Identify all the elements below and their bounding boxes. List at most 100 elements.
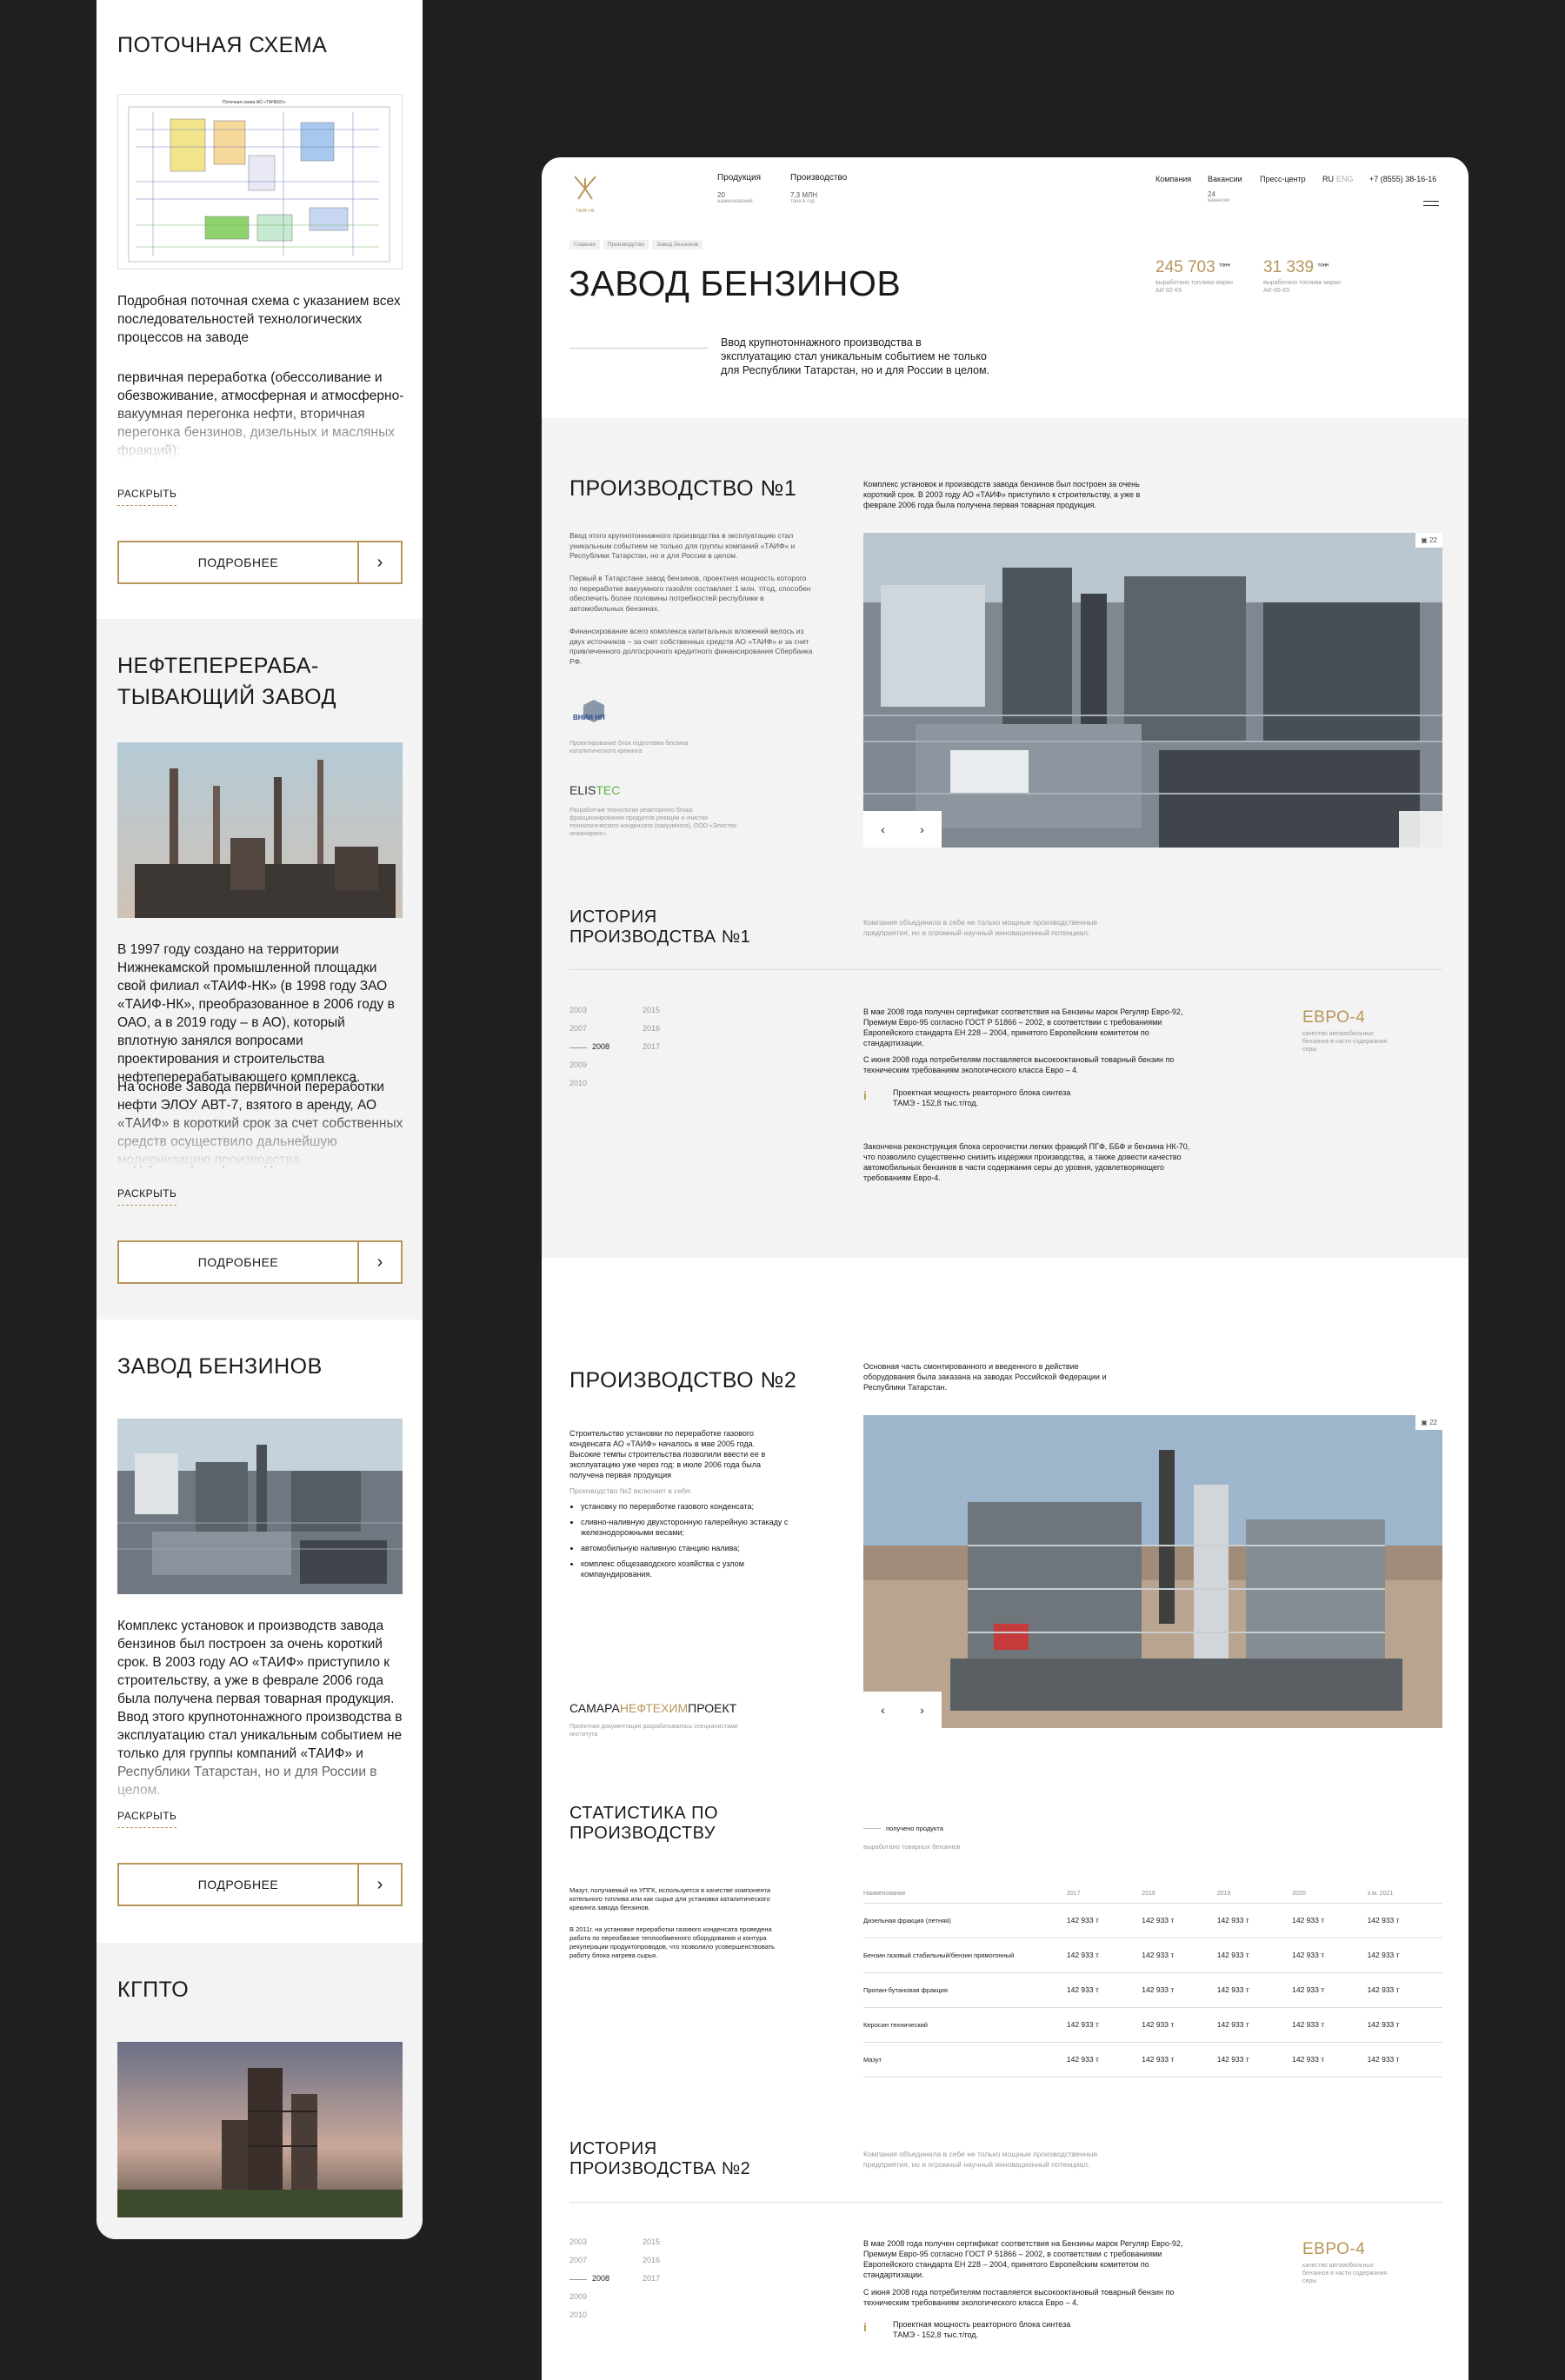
year-item[interactable]: 2010 [569,1079,587,1087]
photo-corner [1399,811,1442,848]
mobile-preview-panel: ПОТОЧНАЯ СХЕМА Поточная схема АО «ТАНЕКО… [97,0,423,2239]
more-button[interactable]: ПОДРОБНЕЕ › [117,1240,403,1284]
expand-link[interactable]: РАСКРЫТЬ [117,1810,176,1828]
logo-icon [574,176,596,200]
year-item[interactable]: 2007 [569,2256,587,2264]
legend-line [863,1828,881,1829]
more-button-label: ПОДРОБНЕЕ [197,1255,279,1269]
logo-caption: ТАИФ-НК [576,209,595,214]
list-title: Производство №2 включает в себя: [569,1486,692,1495]
nav-company[interactable]: Компания [1155,175,1191,183]
company-logo[interactable]: ТАИФ-НК [568,173,603,214]
nav-sub: наименований [717,199,753,204]
year-item[interactable]: 2017 [643,1042,660,1051]
divider [569,348,709,349]
elistec-logo-part: ELIS [569,783,596,797]
partner-logo-elistec: ELISTEC [569,783,620,797]
breadcrumb-item[interactable]: Производство [603,240,649,249]
section-intro: Комплекс установок и производств завода … [863,480,1141,509]
text-fade [97,1106,423,1167]
samara-logo-part: ПРОЕКТ [688,1701,737,1715]
section-title: НЕФТЕПЕРЕРАБА-ТЫВАЮЩИЙ ЗАВОД [117,654,336,709]
scheme-drawing [128,106,390,263]
legend-item[interactable]: выработано товарных бензинов [863,1842,961,1852]
paragraph: Мазут, получаемый на УПГК, используется … [569,1886,771,1911]
year-item[interactable]: 2003 [569,2237,587,2246]
more-button[interactable]: ПОДРОБНЕЕ › [117,541,403,584]
gallery-icon: ▣ [1421,1419,1428,1426]
prev-arrow-icon[interactable]: ‹ [881,822,885,836]
list-item: установку по переработке газового конден… [581,1501,789,1512]
expand-link[interactable]: РАСКРЫТЬ [117,1187,176,1206]
year-item[interactable]: 2003 [569,1006,587,1014]
row-name: Керосин технический [863,2007,1067,2043]
next-arrow-icon[interactable]: › [920,822,924,836]
column-header: Наименование [863,1885,1067,1904]
section-title: ИСТОРИЯ ПРОИЗВОДСТВА №2 [569,2139,751,2178]
samara-logo-part: САМАРА [569,1701,620,1715]
production-1-photo[interactable]: ▣ 22 ‹ › [863,533,1442,848]
section-title: ЗАВОД БЕНЗИНОВ [117,1354,323,1379]
year-item[interactable]: 2016 [643,1024,660,1033]
breadcrumb-item[interactable]: Главная [569,240,600,249]
table-cell: 142 933 т [1066,1903,1142,1938]
mobile-section-kgpto: КГПТО [97,1943,423,2239]
nav-count: 24 [1208,190,1215,198]
table-cell: 142 933 т [1292,1938,1368,1973]
more-button[interactable]: ПОДРОБНЕЕ › [117,1863,403,1906]
nav-press[interactable]: Пресс-центр [1260,175,1306,183]
year-item[interactable]: 2015 [643,1006,660,1014]
text-fade [97,1752,423,1813]
flow-scheme-image[interactable]: Поточная схема АО «ТАНЕКО» [117,94,403,269]
menu-icon[interactable] [1423,201,1439,206]
lang-en[interactable]: ENG [1336,175,1354,183]
table-cell: 142 933 т [1292,1972,1368,2008]
year-item[interactable]: 2008 [592,2274,609,2283]
partner-desc: Проектная документация разрабатывалась с… [569,1724,738,1738]
nav-vacancies[interactable]: Вакансии 24 вакансии [1208,175,1242,203]
prev-arrow-icon[interactable]: ‹ [881,1703,885,1717]
row-name: Дизельная фракция (летняя) [863,1903,1067,1938]
year-item[interactable]: 2017 [643,2274,660,2283]
production-2-photo[interactable]: ▣ 22 ‹ › [863,1415,1442,1728]
legend-item[interactable]: получено продукта [886,1824,943,1834]
column-header: 2019 [1216,1885,1293,1904]
expand-link[interactable]: РАСКРЫТЬ [117,488,176,506]
year-item[interactable]: 2015 [643,2237,660,2246]
page-title: ЗАВОД БЕНЗИНОВ [569,263,902,303]
info-text: Проектная мощность реакторного блока син… [893,2320,1071,2339]
nav-production[interactable]: Производство 7,3 МЛН тонн в год [790,173,847,204]
year-item[interactable]: 2009 [569,2292,587,2301]
table-cell: 142 933 т [1292,2007,1368,2043]
table-cell: 142 933 т [1066,2007,1142,2043]
nav-products[interactable]: Продукция 20 наименований [717,173,761,204]
hero-lead: Ввод крупнотоннажного производства в экс… [721,336,990,376]
table-cell: 142 933 т [1142,2042,1217,2078]
partner-logo-vniinp: ВНИИ НП [569,698,622,724]
text-fade [97,402,423,462]
next-arrow-icon[interactable]: › [920,1703,924,1717]
partner-desc: Проектирование блок подготовки бензина к… [569,741,689,755]
samara-logo-part: НЕФТЕХИМ [619,1701,689,1715]
history-paragraph: В мае 2008 года получен сертификат соотв… [863,1007,1183,1047]
nav-label: Продукция [717,173,762,183]
chevron-right-icon: › [357,1865,401,1905]
lang-ru[interactable]: RU [1322,175,1334,183]
partner-logo-text: ВНИИ НП [573,714,605,721]
stat-value: 245 703 [1155,258,1215,276]
site-header: ТАИФ-НК Продукция 20 наименований Произв… [542,157,1468,236]
year-item[interactable]: 2010 [569,2310,587,2319]
mobile-section-refinery: НЕФТЕПЕРЕРАБА-ТЫВАЮЩИЙ ЗАВОД В 1997 году… [97,619,423,1320]
table-cell: 142 933 т [1142,2007,1217,2043]
phone-link[interactable]: +7 (8555) 38-16-16 [1369,175,1436,183]
gasoline-plant-photo [117,1419,403,1594]
year-item[interactable]: 2008 [592,1042,609,1051]
nav-sub: вакансии [1208,198,1230,203]
column-header: 2018 [1142,1885,1217,1904]
year-item[interactable]: 2016 [643,2256,660,2264]
year-item[interactable]: 2009 [569,1060,587,1069]
production-2-section: ПРОИЗВОДСТВО №2 Основная часть смонтиров… [542,1258,1468,2380]
year-item[interactable]: 2007 [569,1024,587,1033]
section-text: Подробная поточная схема с указанием все… [117,294,401,345]
nav-count: 7,3 МЛН [790,191,818,199]
